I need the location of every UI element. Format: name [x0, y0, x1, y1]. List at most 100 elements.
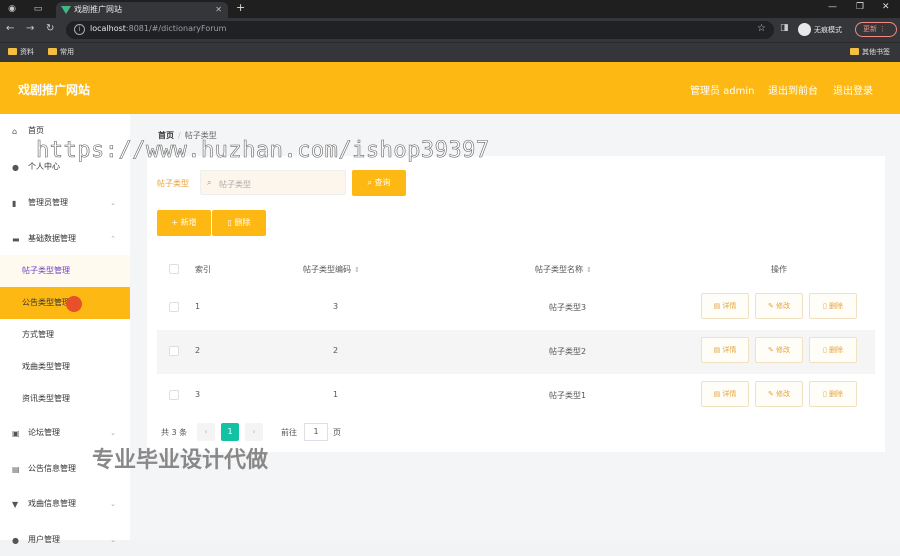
forward-icon[interactable]: → [26, 23, 34, 34]
sidebar-item-admins[interactable]: ▮ 管理员管理 ⌄ [0, 187, 130, 219]
admin-label: 管理员 admin [690, 86, 755, 97]
url-text: localhost:8081/#/dictionaryForum [90, 24, 227, 33]
page-jump-input[interactable]: 1 [304, 423, 328, 441]
edit-icon: ✎ [767, 346, 777, 354]
table-row: 3 1 帖子类型1 ▤ 详情 ✎ 修改 ▯ 删除 [157, 374, 875, 418]
chevron-down-icon: ⌄ [110, 500, 116, 508]
detail-button[interactable]: ▤ 详情 [701, 381, 749, 407]
bookmark-folder[interactable]: 常用 [48, 47, 74, 57]
query-button[interactable]: ⌕ 查询 [352, 170, 406, 196]
cell-index: 2 [195, 346, 201, 355]
sidebar-subitem-methods[interactable]: 方式管理 [0, 319, 130, 351]
delete-button[interactable]: ▯ 删除 [809, 381, 857, 407]
cell-name: 帖子类型3 [549, 303, 587, 312]
sidebar-subitem-notice-types[interactable]: 公告类型管理 [0, 287, 130, 319]
bookmark-folder[interactable]: 资料 [8, 47, 34, 57]
other-bookmarks[interactable]: 其他书签 [850, 47, 890, 57]
row-checkbox[interactable] [169, 390, 179, 400]
cell-code: 2 [333, 346, 339, 355]
sidebar-subitem-post-types[interactable]: 帖子类型管理 [0, 255, 130, 287]
bookmark-star-icon[interactable]: ☆ [757, 23, 766, 34]
reload-icon[interactable]: ↻ [46, 23, 54, 34]
chevron-down-icon: ⌄ [110, 536, 116, 544]
pagination-total: 共 3 条 [161, 428, 188, 437]
user-icon: ● [12, 163, 19, 172]
cell-index: 3 [195, 390, 201, 399]
side-panel-icon[interactable]: ◨ [780, 23, 789, 33]
cursor-highlight [66, 296, 82, 312]
page-number[interactable]: 1 [221, 423, 239, 441]
new-tab-icon[interactable]: + [236, 1, 245, 14]
col-code-label: 帖子类型编码 [303, 265, 351, 274]
tab-list-icon[interactable]: ▭ [32, 3, 44, 15]
add-button[interactable]: + 新增 [157, 210, 211, 236]
browser-tabbar: ◉ ▭ 戏剧推广网站 ✕ + — ❐ ✕ [0, 0, 900, 18]
address-bar[interactable]: i localhost:8081/#/dictionaryForum ☆ [66, 21, 774, 39]
search-icon: ⌕ [207, 178, 212, 187]
edit-label: 修改 [776, 302, 791, 310]
goto-label: 前往 [281, 428, 297, 437]
chart-icon: ▮ [12, 199, 17, 208]
sort-icon[interactable]: ⇕ [586, 266, 592, 274]
back-icon[interactable]: ← [6, 23, 14, 34]
chevron-up-icon: ⌃ [110, 235, 116, 243]
incognito-label: 无痕模式 [814, 26, 842, 34]
sidebar-subitem-label: 公告类型管理 [22, 298, 70, 307]
site-info-icon[interactable]: i [74, 24, 85, 35]
row-checkbox[interactable] [169, 302, 179, 312]
table-header: 索引 帖子类型编码 ⇕ 帖子类型名称 ⇕ 操作 [157, 252, 875, 286]
cell-code: 1 [333, 390, 339, 399]
detail-label: 详情 [722, 302, 737, 310]
delete-button[interactable]: ▯ 删除 [809, 293, 857, 319]
opera-icon: ▼ [12, 500, 19, 509]
sort-icon[interactable]: ⇕ [354, 266, 360, 274]
sidebar: ⌂ 首页 ● 个人中心 ▮ 管理员管理 ⌄ ▬ 基础数据管理 ⌃ 帖子类型管理 … [0, 114, 130, 545]
edit-button[interactable]: ✎ 修改 [755, 293, 803, 319]
row-checkbox[interactable] [169, 346, 179, 356]
browser-tab[interactable]: 戏剧推广网站 ✕ [56, 2, 228, 18]
watermark-text: https://www.huzhan.com/ishop39397 [36, 138, 490, 164]
sidebar-subitem-opera-types[interactable]: 戏曲类型管理 [0, 351, 130, 383]
detail-label: 详情 [722, 346, 737, 354]
detail-label: 详情 [722, 390, 737, 398]
browser-menu-icon[interactable]: ◉ [6, 3, 18, 15]
delete-button[interactable]: ▯ 删除 [809, 337, 857, 363]
delete-label: 删除 [829, 346, 844, 354]
add-button-label: 新增 [180, 218, 197, 227]
browser-toolbar: ← → ↻ i localhost:8081/#/dictionaryForum… [0, 18, 900, 42]
minimize-icon[interactable]: — [828, 2, 837, 12]
logout-link[interactable]: 退出登录 [833, 82, 873, 97]
tab-title: 戏剧推广网站 [74, 5, 122, 14]
next-page-icon[interactable]: › [245, 423, 263, 441]
search-placeholder: 帖子类型 [219, 180, 251, 189]
batch-delete-button[interactable]: ▯ 删除 [212, 210, 266, 236]
delete-label: 删除 [829, 390, 844, 398]
window-close-icon[interactable]: ✕ [882, 2, 890, 12]
users-icon: ● [12, 536, 19, 545]
sidebar-item-users[interactable]: ● 用户管理 ⌄ [0, 524, 130, 556]
update-button[interactable]: 更新 ⋮ [855, 22, 897, 37]
col-code[interactable]: 帖子类型编码 ⇕ [303, 264, 360, 275]
search-input[interactable]: ⌕ 帖子类型 [200, 170, 346, 195]
sidebar-subitem-news-types[interactable]: 资讯类型管理 [0, 383, 130, 415]
select-all-checkbox[interactable] [169, 264, 179, 274]
col-index: 索引 [195, 265, 211, 274]
col-name[interactable]: 帖子类型名称 ⇕ [535, 264, 592, 275]
detail-button[interactable]: ▤ 详情 [701, 337, 749, 363]
edit-button[interactable]: ✎ 修改 [755, 381, 803, 407]
sidebar-item-opera[interactable]: ▼ 戏曲信息管理 ⌄ [0, 488, 130, 520]
tab-close-icon[interactable]: ✕ [215, 2, 222, 18]
home-icon: ⌂ [12, 127, 18, 136]
detail-button[interactable]: ▤ 详情 [701, 293, 749, 319]
maximize-icon[interactable]: ❐ [856, 2, 864, 12]
edit-icon: ✎ [767, 302, 777, 310]
sidebar-item-label: 基础数据管理 [28, 234, 76, 243]
sidebar-item-label: 戏曲信息管理 [28, 499, 76, 508]
notice-icon: ▤ [12, 465, 20, 474]
back-to-front-link[interactable]: 退出到前台 [768, 82, 818, 97]
edit-button[interactable]: ✎ 修改 [755, 337, 803, 363]
sidebar-item-basic-data[interactable]: ▬ 基础数据管理 ⌃ [0, 223, 130, 255]
sidebar-item-label: 管理员管理 [28, 198, 68, 207]
prev-page-icon[interactable]: ‹ [197, 423, 215, 441]
app-header: 戏剧推广网站 管理员 admin 退出到前台 退出登录 [0, 62, 900, 114]
